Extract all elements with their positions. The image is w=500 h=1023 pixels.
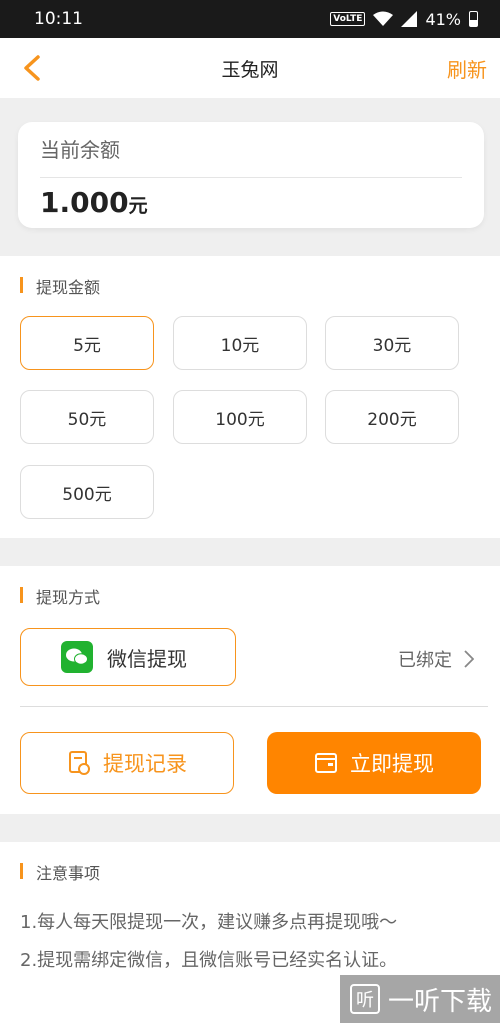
wechat-icon bbox=[61, 641, 93, 673]
withdraw-records-label: 提现记录 bbox=[103, 752, 187, 776]
bound-status-text: 已绑定 bbox=[398, 650, 452, 671]
watermark-text: 一听下载 bbox=[388, 986, 493, 1017]
withdraw-now-label: 立即提现 bbox=[350, 752, 434, 776]
amount-section-title: 提现金额 bbox=[20, 274, 100, 298]
bound-status[interactable]: 已绑定 bbox=[398, 646, 474, 672]
volte-badge: VoLTE bbox=[330, 12, 366, 26]
withdraw-now-button[interactable]: 立即提现 bbox=[267, 732, 481, 794]
method-divider bbox=[20, 706, 488, 707]
method-section-title: 提现方式 bbox=[20, 584, 100, 608]
amount-option-50[interactable]: 50元 bbox=[20, 390, 154, 444]
back-arrow-icon[interactable] bbox=[20, 54, 46, 82]
nav-bar: 玉兔网 刷新 bbox=[0, 38, 500, 98]
balance-card: 当前余额 1.000元 bbox=[18, 122, 484, 228]
status-time: 10:11 bbox=[34, 9, 83, 29]
amount-option-10[interactable]: 10元 bbox=[173, 316, 307, 370]
amount-option-30[interactable]: 30元 bbox=[325, 316, 459, 370]
balance-divider bbox=[40, 177, 462, 178]
amount-option-200[interactable]: 200元 bbox=[325, 390, 459, 444]
refresh-button[interactable]: 刷新 bbox=[447, 54, 487, 83]
battery-icon bbox=[469, 11, 478, 27]
balance-value: 1.000 bbox=[40, 186, 129, 219]
withdraw-records-button[interactable]: 提现记录 bbox=[20, 732, 234, 794]
note-line-1: 1.每人每天限提现一次，建议赚多点再提现哦～ bbox=[20, 912, 398, 933]
chevron-right-icon bbox=[464, 650, 474, 668]
page-title: 玉兔网 bbox=[221, 58, 279, 81]
watermark-icon: 听 bbox=[350, 984, 380, 1014]
watermark: 听 一听下载 bbox=[340, 975, 500, 1023]
status-icons: VoLTE 41% bbox=[330, 10, 478, 29]
amount-section: 提现金额 5元 10元 30元 50元 100元 200元 500元 bbox=[0, 256, 500, 538]
status-bar: 10:11 VoLTE 41% bbox=[0, 0, 500, 38]
note-line-2: 2.提现需绑定微信，且微信账号已经实名认证。 bbox=[20, 950, 398, 971]
wechat-withdraw-option[interactable]: 微信提现 bbox=[20, 628, 236, 686]
signal-icon bbox=[401, 11, 418, 27]
balance-label: 当前余额 bbox=[40, 138, 120, 162]
battery-percent: 41% bbox=[425, 9, 461, 29]
wechat-withdraw-label: 微信提现 bbox=[107, 646, 187, 671]
balance-amount: 1.000元 bbox=[40, 186, 462, 219]
wallet-icon bbox=[315, 753, 337, 773]
balance-unit: 元 bbox=[128, 195, 148, 217]
amount-option-5[interactable]: 5元 bbox=[20, 316, 154, 370]
method-section: 提现方式 微信提现 已绑定 提现记录 立即提现 bbox=[0, 566, 500, 814]
amount-option-500[interactable]: 500元 bbox=[20, 465, 154, 519]
wifi-icon bbox=[373, 11, 394, 26]
notes-section-title: 注意事项 bbox=[20, 860, 100, 884]
amount-option-100[interactable]: 100元 bbox=[173, 390, 307, 444]
receipt-icon bbox=[69, 751, 90, 775]
